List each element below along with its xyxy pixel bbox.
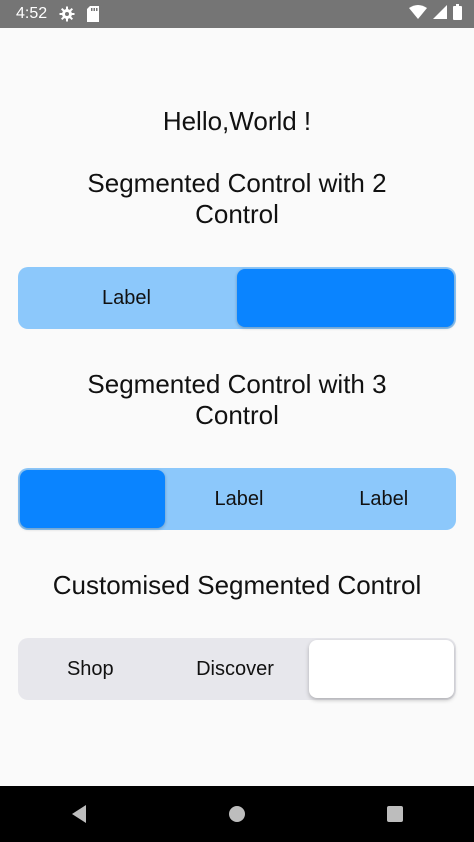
section1-title-line2: Control	[195, 199, 279, 229]
section1-title-line1: Segmented Control with 2	[87, 168, 387, 198]
segmented-control-3: Label Label	[18, 468, 456, 530]
gear-icon	[59, 6, 75, 22]
custom-segmented-control: Shop Discover	[18, 638, 456, 700]
sd-card-icon	[87, 6, 100, 22]
segment-1[interactable]: Label	[18, 267, 235, 329]
segment-1-selected[interactable]	[20, 470, 165, 528]
segment-discover[interactable]: Discover	[163, 638, 308, 700]
hello-text: Hello,World !	[162, 106, 312, 136]
section3-title: Customised Segmented Control	[52, 570, 422, 600]
segmented-control-2: Label	[18, 267, 456, 329]
status-bar: 4:52	[0, 0, 474, 28]
segment-2-selected[interactable]	[237, 269, 454, 327]
battery-icon	[453, 3, 462, 25]
section1-title: Segmented Control with 2 Control	[0, 168, 474, 230]
segment-3[interactable]: Label	[311, 468, 456, 530]
back-icon[interactable]	[49, 786, 109, 842]
segment-shop[interactable]: Shop	[18, 638, 163, 700]
recents-icon[interactable]	[365, 786, 425, 842]
segment-2[interactable]: Label	[167, 468, 312, 530]
section2-title-line1: Segmented Control with 3	[87, 369, 387, 399]
home-icon[interactable]	[207, 786, 267, 842]
section2-title-line2: Control	[195, 400, 279, 430]
navigation-bar	[0, 786, 474, 842]
wifi-icon	[409, 4, 427, 24]
signal-icon	[433, 4, 447, 24]
status-time: 4:52	[16, 5, 48, 22]
segment-3-selected[interactable]	[309, 640, 455, 698]
section2-title: Segmented Control with 3 Control	[0, 369, 474, 431]
